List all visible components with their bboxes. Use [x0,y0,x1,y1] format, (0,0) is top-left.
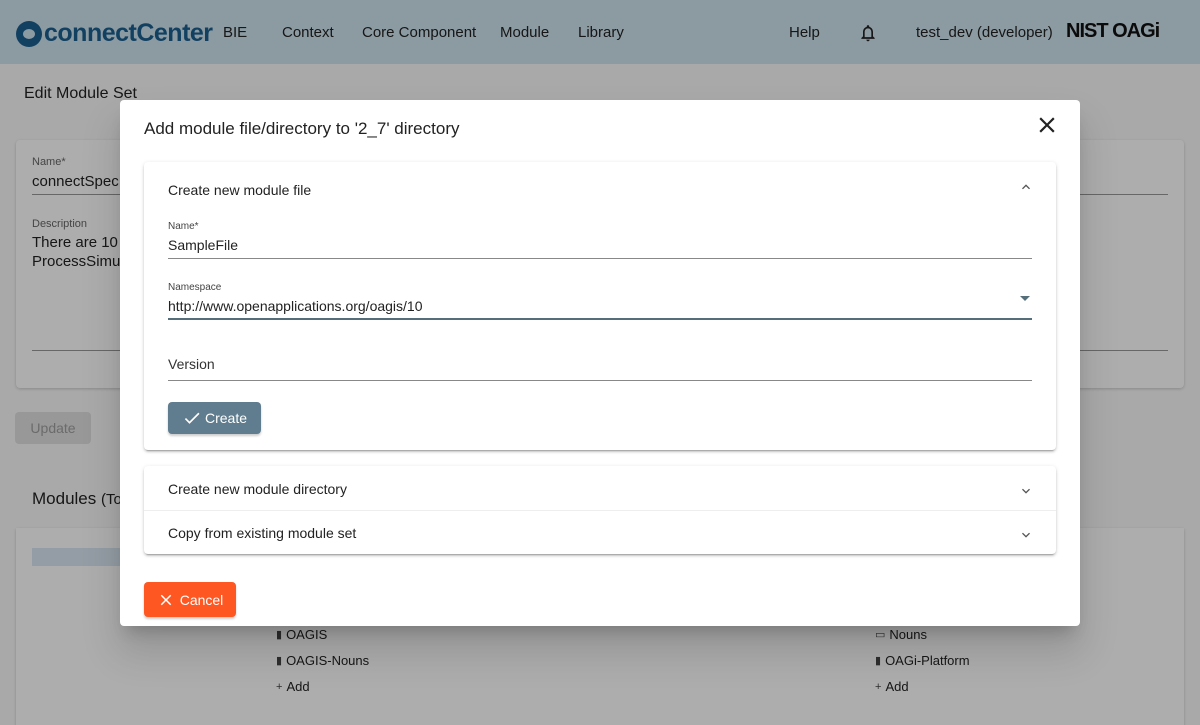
name-input[interactable] [168,235,1032,255]
close-icon [160,594,171,605]
namespace-underline [168,318,1032,320]
panel-title: Create new module file [168,182,312,198]
name-field-label: Name* [168,221,199,232]
version-input[interactable]: Version [168,356,215,372]
create-module-directory-header[interactable]: Create new module directory [144,466,1056,510]
create-button-label: Create [204,410,248,426]
chevron-down-icon [1022,532,1030,538]
version-underline [168,380,1032,381]
panel-title: Copy from existing module set [168,525,357,541]
copy-module-set-header[interactable]: Copy from existing module set [144,510,1056,554]
add-module-dialog: Add module file/directory to '2_7' direc… [120,100,1080,626]
dialog-title: Add module file/directory to '2_7' direc… [144,119,460,138]
panel-title: Create new module directory [168,481,347,497]
namespace-select[interactable]: http://www.openapplications.org/oagis/10 [168,298,1032,318]
collapsed-panels: Create new module directory Copy from ex… [144,466,1056,554]
namespace-field-label: Namespace [168,282,222,293]
name-underline [168,258,1032,259]
close-icon[interactable] [1034,112,1060,138]
check-icon [184,412,200,424]
chevron-down-icon [1022,488,1030,494]
cancel-button-label: Cancel [179,591,224,608]
create-module-file-header[interactable]: Create new module file [144,162,1056,206]
create-module-file-panel: Create new module file Name* Namespace h… [144,162,1056,450]
create-button[interactable]: Create [168,402,261,434]
cancel-button[interactable]: Cancel [144,582,236,617]
chevron-up-icon [1022,184,1030,190]
dropdown-arrow-icon[interactable] [1020,296,1030,301]
